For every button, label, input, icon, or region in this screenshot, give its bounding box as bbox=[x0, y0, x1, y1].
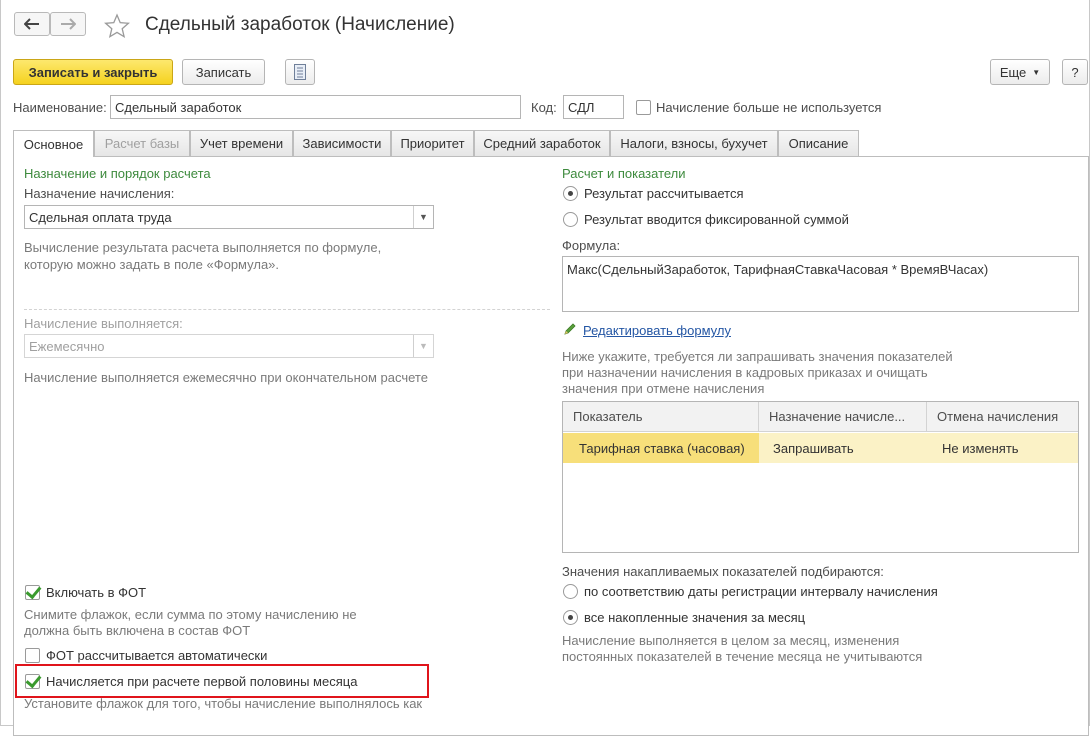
star-icon bbox=[104, 13, 130, 39]
tab-average-earnings[interactable]: Средний заработок bbox=[474, 130, 610, 156]
pencil-icon bbox=[563, 322, 577, 336]
tab-taxes[interactable]: Налоги, взносы, бухучет bbox=[610, 130, 778, 156]
table-cell-assignment[interactable]: Запрашивать bbox=[759, 433, 927, 463]
radio-result-fixed-label: Результат вводится фиксированной суммой bbox=[584, 212, 849, 227]
accum-hint-line-1: Начисление выполняется в целом за месяц,… bbox=[562, 633, 900, 648]
arrow-right-icon bbox=[61, 18, 76, 30]
chevron-down-icon[interactable]: ▼ bbox=[413, 206, 433, 228]
save-button[interactable]: Записать bbox=[182, 59, 265, 85]
purpose-select[interactable]: Сдельная оплата труда ▼ bbox=[24, 205, 434, 229]
radio-result-calculated[interactable] bbox=[563, 186, 578, 201]
fot-auto-label: ФОТ рассчитывается автоматически bbox=[46, 648, 268, 663]
accum-title: Значения накапливаемых показателей подби… bbox=[562, 564, 884, 579]
right-section-title: Расчет и показатели bbox=[562, 166, 686, 181]
chevron-down-icon: ▼ bbox=[1032, 67, 1041, 77]
chevron-down-icon: ▼ bbox=[413, 335, 433, 357]
tab-main[interactable]: Основное bbox=[13, 130, 94, 157]
formula-textarea[interactable]: Макс(СдельныйЗаработок, ТарифнаяСтавкаЧа… bbox=[562, 256, 1079, 312]
favorite-star-button[interactable] bbox=[104, 13, 130, 39]
tab-description[interactable]: Описание bbox=[778, 130, 859, 156]
tab-time-accounting[interactable]: Учет времени bbox=[190, 130, 293, 156]
not-used-checkbox[interactable] bbox=[636, 100, 651, 115]
radio-accum-by-date[interactable] bbox=[563, 584, 578, 599]
fot-auto-checkbox[interactable] bbox=[25, 648, 40, 663]
radio-accum-all-month[interactable] bbox=[563, 610, 578, 625]
tab-priority[interactable]: Приоритет bbox=[391, 130, 474, 156]
report-button[interactable] bbox=[285, 59, 315, 85]
name-label: Наименование: bbox=[13, 100, 107, 115]
code-input[interactable]: СДЛ bbox=[563, 95, 624, 119]
document-list-icon bbox=[294, 64, 306, 80]
indicators-hint-line-2: при назначении начисления в кадровых при… bbox=[562, 365, 928, 380]
radio-result-fixed[interactable] bbox=[563, 212, 578, 227]
fot-hint-line-2: должна быть включена в состав ФОТ bbox=[24, 623, 251, 638]
radio-result-calculated-label: Результат рассчитывается bbox=[584, 186, 744, 201]
more-button[interactable]: Еще ▼ bbox=[990, 59, 1050, 85]
fot-checkbox[interactable] bbox=[25, 585, 40, 600]
table-cell-cancellation[interactable]: Не изменять bbox=[927, 433, 1078, 463]
help-button[interactable]: ? bbox=[1062, 59, 1088, 85]
formula-label: Формула: bbox=[562, 238, 621, 253]
table-row[interactable]: Тарифная ставка (часовая) Запрашивать Не… bbox=[563, 433, 1078, 463]
purpose-hint-line-2: которую можно задать в поле «Формула». bbox=[24, 257, 280, 272]
period-value: Ежемесячно bbox=[29, 338, 105, 354]
table-cell-indicator[interactable]: Тарифная ставка (часовая) bbox=[563, 433, 759, 463]
column-header-indicator[interactable]: Показатель bbox=[563, 402, 759, 432]
divider bbox=[24, 309, 550, 310]
forward-button[interactable] bbox=[50, 12, 86, 36]
column-header-cancellation[interactable]: Отмена начисления bbox=[927, 402, 1078, 432]
radio-accum-by-date-label: по соответствию даты регистрации интерва… bbox=[584, 584, 938, 599]
accum-hint-line-2: постоянных показателей в течение месяца … bbox=[562, 649, 923, 664]
purpose-hint-line-1: Вычисление результата расчета выполняетс… bbox=[24, 240, 382, 255]
left-section-title: Назначение и порядок расчета bbox=[24, 166, 211, 181]
window-title: Сдельный заработок (Начисление) bbox=[145, 14, 455, 35]
fot-hint-line-1: Снимите флажок, если сумма по этому начи… bbox=[24, 607, 357, 622]
tab-base-calc[interactable]: Расчет базы bbox=[94, 130, 190, 156]
not-used-label: Начисление больше не используется bbox=[656, 100, 882, 115]
tab-dependencies[interactable]: Зависимости bbox=[293, 130, 391, 156]
indicators-table[interactable]: Показатель Назначение начисле... Отмена … bbox=[562, 401, 1079, 553]
purpose-label: Назначение начисления: bbox=[24, 186, 175, 201]
fot-label: Включать в ФОТ bbox=[46, 585, 147, 600]
code-label: Код: bbox=[531, 100, 557, 115]
highlight-frame bbox=[15, 664, 429, 698]
save-and-close-button[interactable]: Записать и закрыть bbox=[13, 59, 173, 85]
back-button[interactable] bbox=[14, 12, 50, 36]
arrow-left-icon bbox=[24, 18, 39, 30]
edit-formula-link[interactable]: Редактировать формулу bbox=[583, 323, 731, 338]
period-select: Ежемесячно ▼ bbox=[24, 334, 434, 358]
column-header-assignment[interactable]: Назначение начисле... bbox=[759, 402, 927, 432]
period-hint: Начисление выполняется ежемесячно при ок… bbox=[24, 370, 428, 385]
indicators-hint-line-3: значения при отмене начисления bbox=[562, 381, 765, 396]
purpose-value: Сдельная оплата труда bbox=[29, 209, 172, 225]
more-label: Еще bbox=[999, 64, 1027, 80]
indicators-hint-line-1: Ниже укажите, требуется ли запрашивать з… bbox=[562, 349, 953, 364]
period-label: Начисление выполняется: bbox=[24, 316, 183, 331]
name-input[interactable]: Сдельный заработок bbox=[110, 95, 521, 119]
first-half-hint: Установите флажок для того, чтобы начисл… bbox=[24, 696, 423, 711]
radio-accum-all-month-label: все накопленные значения за месяц bbox=[584, 610, 806, 625]
